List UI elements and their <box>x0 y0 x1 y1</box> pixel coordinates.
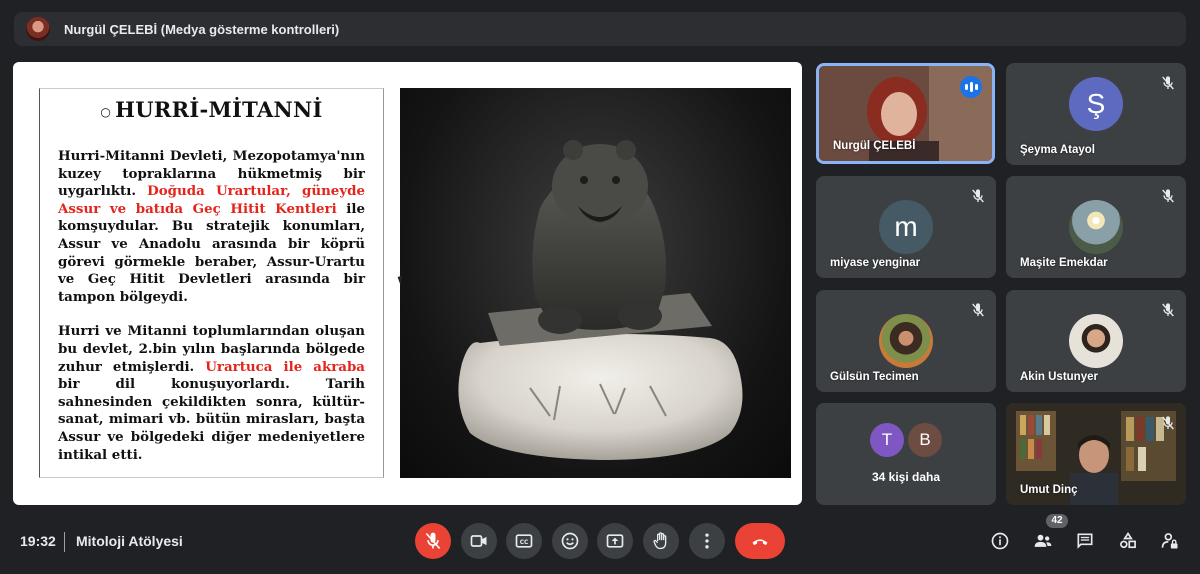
present-icon <box>606 534 624 548</box>
mic-off-icon <box>425 532 441 550</box>
mic-toggle-button[interactable] <box>415 523 451 559</box>
raise-hand-button[interactable] <box>643 523 679 559</box>
meeting-details-button[interactable] <box>988 529 1012 553</box>
presenter-title: Nurgül ÇELEBİ (Medya gösterme kontroller… <box>64 21 340 37</box>
participant-name: Gülsün Tecimen <box>830 371 919 383</box>
meeting-controls-bar: 19:32 Mitoloji Atölyesi CC 42 <box>0 514 1200 574</box>
slide-paragraph-2: Hurri ve Mitanni toplumlarından oluşan b… <box>58 323 365 464</box>
meeting-name: Mitoloji Atölyesi <box>76 533 183 549</box>
avatar <box>879 314 933 368</box>
participant-tile[interactable]: Umut Dinç <box>1006 403 1186 505</box>
leave-call-button[interactable] <box>735 523 785 559</box>
participant-tile[interactable]: Akin Ustunyer <box>1006 290 1186 392</box>
shapes-icon <box>1120 531 1136 549</box>
speaking-indicator-icon <box>960 76 982 98</box>
mic-off-icon <box>1162 416 1174 430</box>
participant-name: Umut Dinç <box>1020 484 1078 496</box>
participant-tile[interactable]: Nurgül ÇELEBİ <box>816 63 995 164</box>
slide-highlight-text: Urartuca ile akraba <box>205 358 365 375</box>
captions-icon: CC <box>515 534 533 548</box>
chat-icon <box>1077 533 1093 549</box>
mic-off-icon <box>972 189 984 203</box>
slide-heading: ○ HURRİ-MİTANNİ <box>100 97 323 122</box>
mic-off-icon <box>1162 76 1174 90</box>
reactions-button[interactable] <box>552 523 588 559</box>
participants-button[interactable] <box>1031 529 1055 553</box>
participant-tile[interactable]: Ş Şeyma Atayol <box>1006 63 1186 165</box>
mic-off-icon <box>1162 303 1174 317</box>
presenter-avatar <box>26 17 50 41</box>
present-screen-button[interactable] <box>597 523 633 559</box>
participant-tile[interactable]: Maşite Emekdar <box>1006 176 1186 278</box>
avatar <box>1069 314 1123 368</box>
slide-paragraph-1: Hurri-Mitanni Devleti, Mezopotamya'nın k… <box>58 148 365 306</box>
more-avatars: T B <box>870 423 942 457</box>
more-options-button[interactable] <box>689 523 725 559</box>
mic-off-icon <box>972 303 984 317</box>
participant-tile[interactable]: Gülsün Tecimen <box>816 290 996 392</box>
avatar: Ş <box>1069 77 1123 131</box>
slide-text-box: ○ HURRİ-MİTANNİ Hurri-Mitanni Devleti, Me… <box>39 88 384 478</box>
participant-name: miyase yenginar <box>830 257 921 269</box>
more-participants-tile[interactable]: T B 34 kişi daha <box>816 403 996 505</box>
participant-tile[interactable]: m miyase yenginar <box>816 176 996 278</box>
participant-count-badge: 42 <box>1046 514 1068 528</box>
participant-name: Şeyma Atayol <box>1020 144 1095 156</box>
avatar: B <box>908 423 942 457</box>
svg-text:CC: CC <box>520 540 529 546</box>
participant-name: Maşite Emekdar <box>1020 257 1108 269</box>
presenter-bar[interactable]: Nurgül ÇELEBİ (Medya gösterme kontroller… <box>14 12 1186 46</box>
captions-button[interactable]: CC <box>506 523 542 559</box>
more-vert-icon <box>705 533 709 549</box>
chat-button[interactable] <box>1073 529 1097 553</box>
meeting-clock: 19:32 <box>20 533 56 549</box>
hand-icon <box>653 532 667 550</box>
info-icon <box>991 532 1009 550</box>
slide-text-run: bir dil konuşuyorlardı. Tarih sahnesinde… <box>58 376 365 463</box>
activities-button[interactable] <box>1116 529 1140 553</box>
avatar: T <box>870 423 904 457</box>
lion-statue-image <box>400 88 791 478</box>
people-icon <box>1034 534 1052 547</box>
more-participants-label: 34 kişi daha <box>871 470 941 484</box>
host-controls-button[interactable] <box>1158 529 1182 553</box>
mic-off-icon <box>1162 189 1174 203</box>
avatar <box>1069 200 1123 254</box>
avatar: m <box>879 200 933 254</box>
emoji-icon <box>561 532 579 550</box>
divider <box>64 532 65 552</box>
camera-toggle-button[interactable] <box>461 523 497 559</box>
shared-presentation: ○ HURRİ-MİTANNİ Hurri-Mitanni Devleti, Me… <box>13 62 802 505</box>
hang-up-icon <box>752 539 768 546</box>
camera-icon <box>470 535 487 547</box>
participant-name: Nurgül ÇELEBİ <box>833 140 916 152</box>
participant-name: Akin Ustunyer <box>1020 371 1098 383</box>
lock-person-icon <box>1161 533 1178 549</box>
